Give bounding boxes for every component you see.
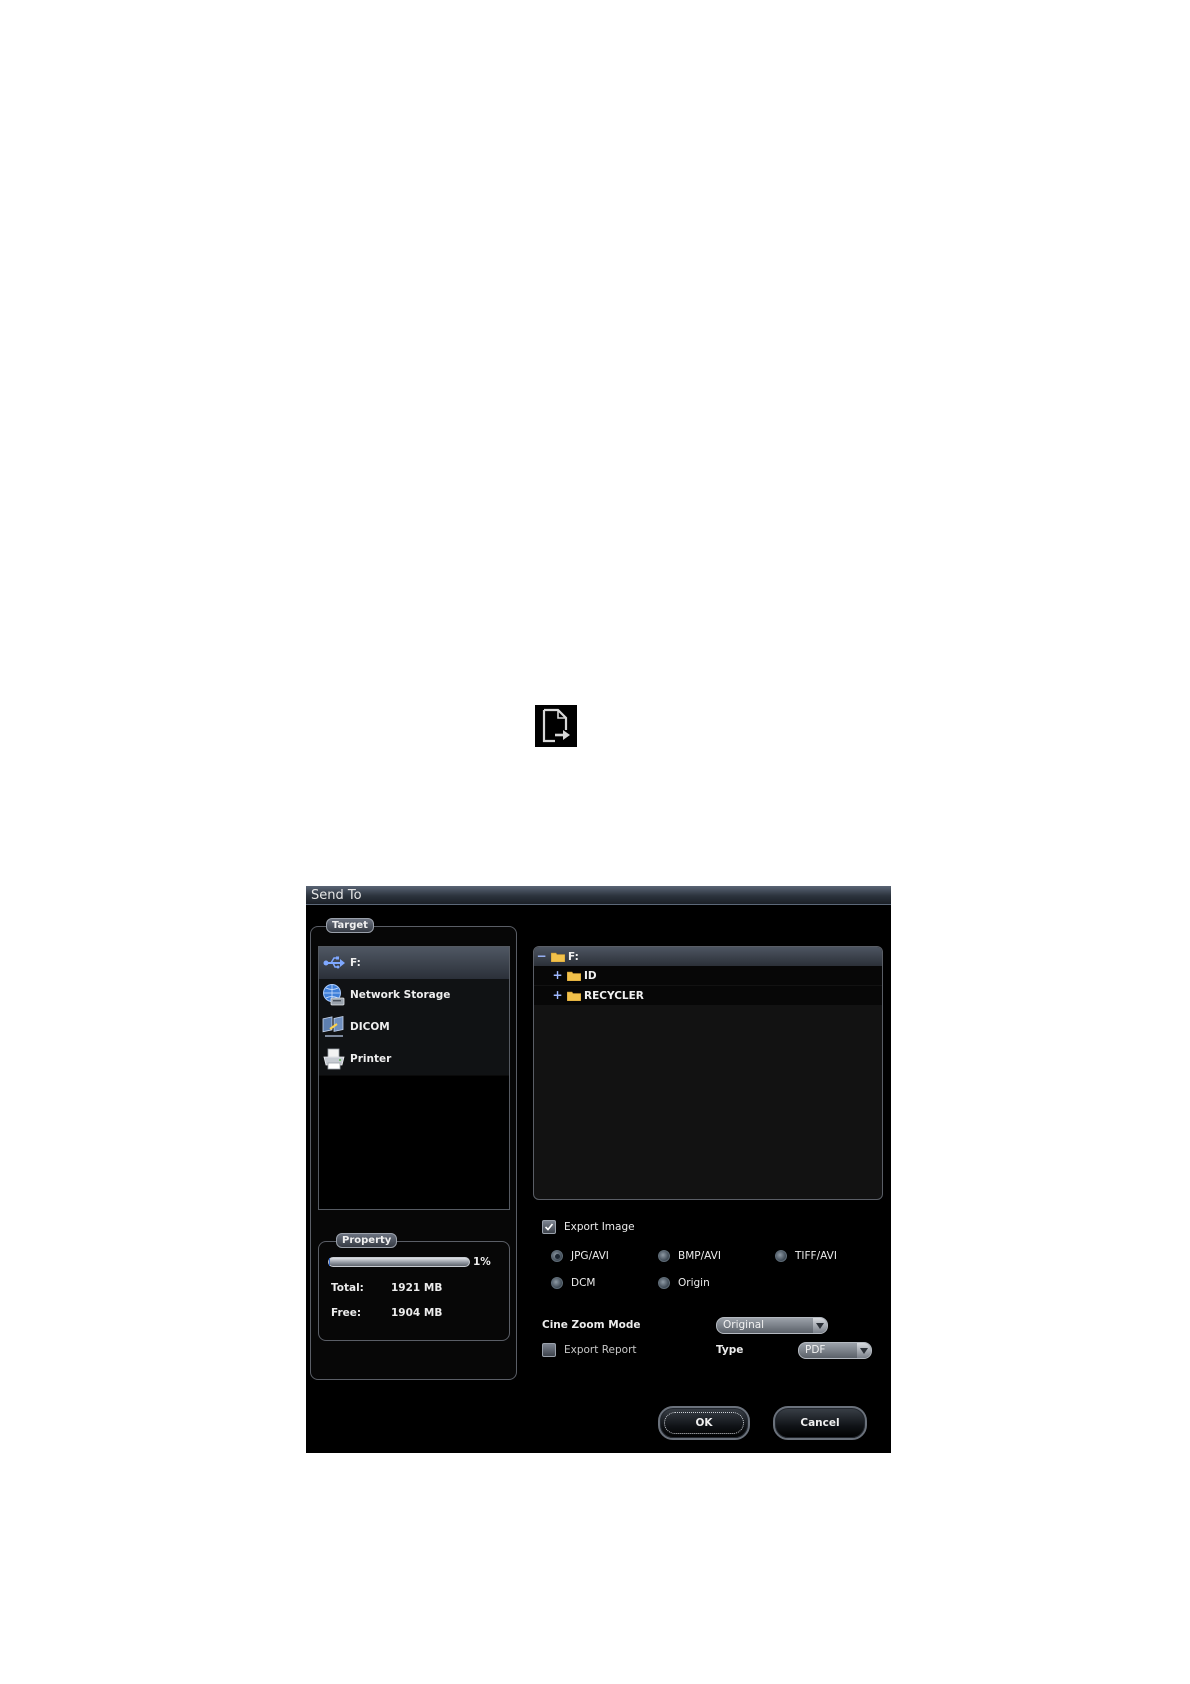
radio-jpg-avi[interactable] — [551, 1250, 563, 1262]
export-image-checkbox[interactable] — [542, 1220, 556, 1234]
folder-icon — [567, 991, 581, 1001]
free-value: 1904 MB — [391, 1307, 443, 1319]
free-label: Free: — [331, 1307, 362, 1319]
report-type-label: Type — [716, 1344, 744, 1356]
dialog-titlebar: Send To — [306, 886, 891, 905]
checkmark-icon — [544, 1223, 554, 1231]
radio-dcm[interactable] — [551, 1277, 563, 1289]
target-item-label: Network Storage — [350, 989, 451, 1001]
export-report-label: Export Report — [564, 1344, 637, 1356]
radio-dcm-label: DCM — [571, 1277, 596, 1289]
radio-origin[interactable] — [658, 1277, 670, 1289]
dialog-title: Send To — [311, 888, 362, 903]
disk-usage-fill — [329, 1258, 331, 1266]
tree-node-label: ID — [584, 969, 597, 982]
cancel-button[interactable]: Cancel — [773, 1406, 867, 1440]
ok-button[interactable]: OK — [658, 1406, 750, 1440]
radio-tiff-avi-label: TIFF/AVI — [795, 1250, 837, 1262]
target-item-label: Printer — [350, 1053, 392, 1065]
tree-node-id[interactable]: + ID — [534, 966, 882, 985]
target-list: F: Network Storage DICOM Printer — [318, 946, 510, 1210]
report-type-select[interactable]: PDF — [798, 1342, 872, 1359]
export-image-label: Export Image — [564, 1221, 635, 1233]
disk-usage-bar — [328, 1257, 470, 1267]
cine-zoom-mode-label: Cine Zoom Mode — [542, 1319, 641, 1331]
disk-usage-percent: 1% — [473, 1256, 491, 1268]
radio-origin-label: Origin — [678, 1277, 710, 1289]
usb-drive-icon — [323, 956, 345, 969]
directory-tree: − F: + ID + RECYCLER — [533, 946, 883, 1200]
send-to-dialog: Send To Target F: Network Storage DICOM … — [306, 886, 891, 1453]
tree-node-f-drive[interactable]: − F: — [534, 947, 882, 966]
target-item-network-storage[interactable]: Network Storage — [319, 979, 509, 1012]
cine-zoom-mode-value: Original — [723, 1319, 765, 1331]
target-item-printer[interactable]: Printer — [319, 1043, 509, 1076]
collapse-icon[interactable]: − — [536, 950, 547, 962]
radio-bmp-avi[interactable] — [658, 1250, 670, 1262]
ok-button-label: OK — [695, 1417, 713, 1429]
radio-tiff-avi[interactable] — [775, 1250, 787, 1262]
radio-bmp-avi-label: BMP/AVI — [678, 1250, 721, 1262]
expand-icon[interactable]: + — [552, 969, 563, 981]
target-item-f-drive[interactable]: F: — [319, 947, 509, 980]
cine-zoom-mode-select[interactable]: Original — [716, 1317, 828, 1334]
target-item-label: DICOM — [350, 1021, 390, 1033]
target-item-dicom[interactable]: DICOM — [319, 1011, 509, 1044]
total-value: 1921 MB — [391, 1282, 443, 1294]
tree-node-label: RECYCLER — [584, 989, 644, 1002]
send-to-icon[interactable] — [535, 705, 577, 747]
network-storage-icon — [323, 984, 345, 1006]
folder-icon — [567, 971, 581, 981]
total-label: Total: — [331, 1282, 364, 1294]
chevron-down-icon — [813, 1318, 827, 1333]
printer-icon — [323, 1048, 345, 1070]
cancel-button-label: Cancel — [800, 1417, 840, 1429]
property-legend: Property — [336, 1233, 398, 1248]
tree-node-recycler[interactable]: + RECYCLER — [534, 986, 882, 1005]
folder-icon — [551, 952, 565, 962]
radio-jpg-avi-label: JPG/AVI — [571, 1250, 609, 1262]
expand-icon[interactable]: + — [552, 989, 563, 1001]
target-legend: Target — [326, 918, 374, 933]
export-report-checkbox[interactable] — [542, 1343, 556, 1357]
tree-node-label: F: — [568, 950, 579, 963]
report-type-value: PDF — [805, 1344, 826, 1356]
dicom-icon — [322, 1016, 344, 1037]
chevron-down-icon — [857, 1343, 871, 1358]
target-item-label: F: — [350, 957, 361, 969]
